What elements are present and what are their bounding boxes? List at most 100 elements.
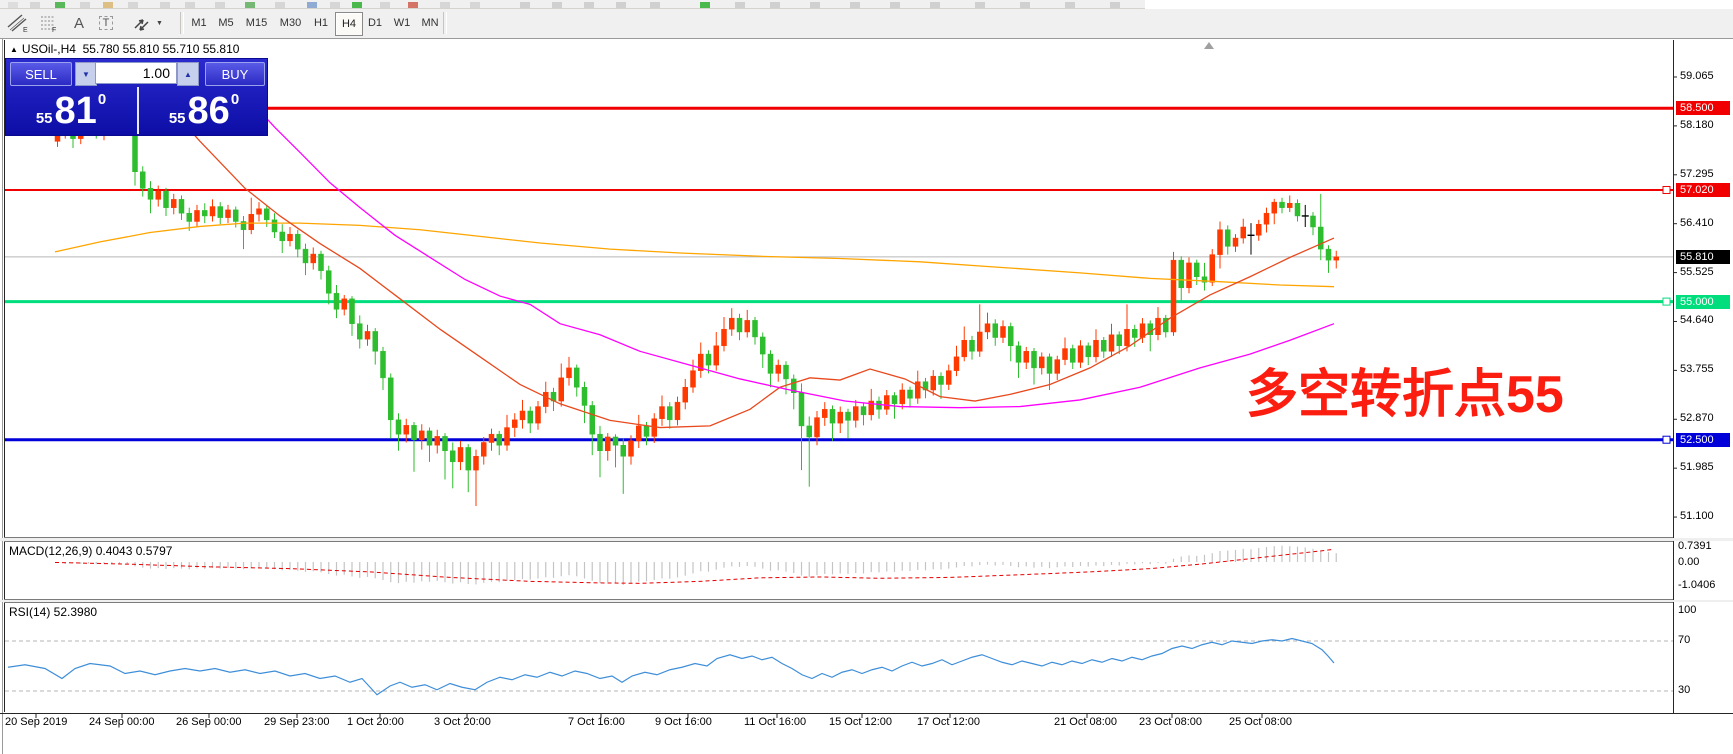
timeframe-button-d1[interactable]: D1 — [362, 12, 388, 34]
ohlc-quote-label: 55.780 55.810 55.710 55.810 — [82, 42, 240, 56]
candle-body — [1077, 345, 1084, 363]
rsi-scale-label: 30 — [1678, 684, 1691, 696]
collapse-arrow-icon[interactable]: ▲ — [10, 45, 18, 54]
timeframe-button-m5[interactable]: M5 — [213, 12, 239, 34]
candle-body — [163, 190, 169, 208]
candle-body — [178, 199, 185, 214]
fibonacci-retracement-icon[interactable]: F — [36, 11, 62, 35]
candle-body — [690, 370, 696, 388]
candle-body — [1232, 237, 1239, 247]
candle-body — [853, 406, 859, 421]
candle-body — [434, 436, 440, 446]
candle-body — [1116, 334, 1122, 347]
toolbar-icon-fragment — [352, 2, 362, 8]
text-label-icon[interactable]: T — [94, 11, 118, 35]
volume-increase-button[interactable]: ▲ — [177, 62, 199, 86]
candle-body — [907, 389, 913, 399]
candle-body — [612, 436, 619, 446]
candle-body — [884, 395, 890, 410]
candle-body — [713, 345, 719, 366]
candle-body — [140, 171, 146, 189]
toolbar-icon-fragment — [552, 2, 562, 8]
candle-body — [760, 336, 766, 355]
volume-input[interactable] — [95, 62, 177, 84]
candle-body — [798, 392, 805, 427]
candle-body — [1108, 334, 1115, 352]
timeframe-button-mn[interactable]: MN — [416, 12, 444, 34]
macd-indicator-label: MACD(12,26,9) 0.4043 0.5797 — [9, 544, 173, 558]
price-axis-label: 58.180 — [1680, 118, 1714, 131]
candle-body — [752, 320, 758, 338]
candle-body — [225, 209, 231, 218]
candle-body — [279, 231, 285, 242]
candle-body — [419, 430, 425, 440]
candle-body — [806, 425, 812, 438]
sell-button[interactable]: SELL — [10, 62, 72, 86]
candle-body — [1318, 226, 1324, 250]
candle-body — [659, 406, 665, 419]
candle-body — [767, 353, 774, 374]
volume-decrease-button[interactable]: ▼ — [75, 62, 97, 86]
sell-price-display[interactable]: 55 81 0 — [6, 87, 136, 134]
candle-body — [667, 406, 673, 421]
candle-body — [341, 298, 347, 310]
candle-body — [202, 210, 208, 217]
candle-body — [233, 209, 239, 222]
candle-body — [450, 450, 456, 463]
candle-body — [1132, 328, 1138, 338]
toolbar-icon-fragment — [616, 2, 626, 8]
candle-body — [1000, 326, 1006, 338]
candle-body — [512, 419, 518, 428]
chart-text-annotation[interactable]: 多空转折点55 — [1246, 352, 1564, 427]
date-axis-label: 9 Oct 16:00 — [655, 716, 712, 728]
equidistant-channel-icon[interactable]: E — [3, 11, 33, 35]
buy-price-pip-digit: 0 — [230, 91, 240, 108]
date-axis-label: 23 Oct 08:00 — [1139, 716, 1202, 728]
candle-body — [930, 375, 936, 391]
candle-body — [984, 323, 991, 333]
price-axis-label: 53.755 — [1680, 363, 1714, 376]
toolbar-icon-fragment — [1020, 2, 1030, 8]
candle-body — [1186, 262, 1192, 289]
candle-body — [1194, 262, 1200, 277]
timeframe-button-h4[interactable]: H4 — [335, 12, 363, 36]
candle-body — [1178, 259, 1184, 289]
hline-handle[interactable] — [1662, 435, 1671, 444]
toolbar-icon-fragment — [330, 2, 340, 8]
hline-handle[interactable] — [1662, 297, 1671, 306]
hline-handle[interactable] — [1662, 185, 1671, 194]
candle-body — [318, 253, 324, 271]
toolbar-icon-fragment — [103, 2, 113, 8]
candle-body — [349, 298, 355, 324]
timeframe-button-m30[interactable]: M30 — [274, 12, 307, 34]
toolbar-icon-fragment — [30, 2, 40, 8]
candle-body — [1333, 256, 1339, 261]
toolbar-icon-fragment — [215, 2, 225, 8]
candle-body — [1225, 229, 1231, 247]
buy-price-display[interactable]: 55 86 0 — [137, 87, 269, 134]
toolbar-icon-fragment — [185, 2, 195, 8]
candle-body — [1039, 356, 1045, 369]
timeframe-button-h1[interactable]: H1 — [308, 12, 334, 34]
toolbar-icon-fragment — [810, 2, 820, 8]
toolbar-icon-fragment — [245, 2, 255, 8]
candle-body — [837, 411, 843, 424]
candle-body — [1008, 326, 1014, 347]
date-axis-label: 7 Oct 16:00 — [568, 716, 625, 728]
timeframe-button-w1[interactable]: W1 — [389, 12, 415, 34]
dropdown-caret-icon[interactable]: ▼ — [156, 20, 163, 27]
candle-body — [860, 406, 867, 416]
buy-button[interactable]: BUY — [205, 62, 265, 86]
timeframe-button-m15[interactable]: M15 — [240, 12, 273, 34]
toolbar-icon-fragment — [380, 2, 390, 8]
timeframe-button-m1[interactable]: M1 — [186, 12, 212, 34]
candle-body — [1217, 229, 1223, 255]
candle-body — [938, 375, 944, 385]
date-axis-label: 3 Oct 20:00 — [434, 716, 491, 728]
text-icon[interactable]: A — [67, 11, 91, 35]
candle-body — [581, 386, 588, 406]
candle-body — [519, 410, 526, 421]
candle-body — [558, 377, 564, 402]
sell-price-pip-digit: 0 — [97, 91, 107, 108]
arrow-tools-icon[interactable]: ▼ — [126, 11, 168, 35]
